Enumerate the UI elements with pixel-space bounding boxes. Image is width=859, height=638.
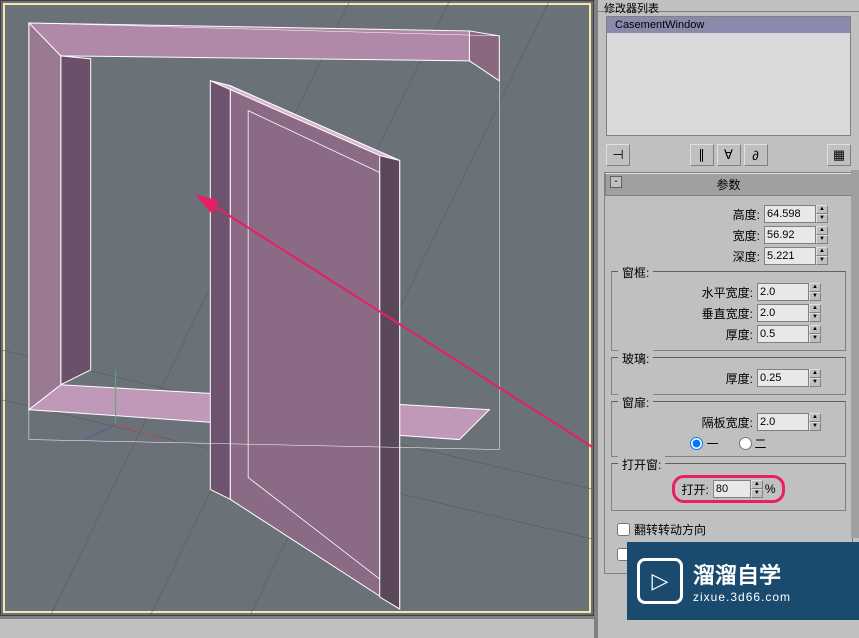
show-end-result-button[interactable]: ∥	[690, 144, 714, 166]
input-depth[interactable]	[764, 247, 816, 265]
spinner-down[interactable]: ▼	[816, 235, 828, 244]
percent-label: %	[765, 482, 776, 496]
modifier-stack[interactable]: CasementWindow	[606, 16, 851, 136]
spinner-up[interactable]: ▲	[816, 247, 828, 256]
spinner-vwidth: ▲▼	[757, 304, 821, 322]
spinner-depth: ▲▼	[764, 247, 828, 265]
pin-stack-button[interactable]: ⊣	[606, 144, 630, 166]
radio-two[interactable]: 二	[739, 435, 767, 452]
input-hwidth[interactable]	[757, 283, 809, 301]
spinner-up[interactable]: ▲	[751, 480, 763, 489]
row-vwidth: 垂直宽度: ▲▼	[616, 304, 841, 322]
radio-sash-count: 一 二	[616, 435, 841, 452]
radio-one-input[interactable]	[690, 437, 703, 450]
spinner-down[interactable]: ▼	[816, 256, 828, 265]
row-depth: 深度: ▲▼	[609, 247, 848, 265]
watermark-text: 溜溜自学 zixue.3d66.com	[693, 558, 791, 604]
spinner-hwidth: ▲▼	[757, 283, 821, 301]
spinner-up[interactable]: ▲	[816, 205, 828, 214]
group-sash: 窗扉: 隔板宽度: ▲▼ 一 二	[611, 401, 846, 457]
label-vwidth: 垂直宽度:	[702, 305, 753, 322]
spinner-down[interactable]: ▼	[751, 489, 763, 498]
input-height[interactable]	[764, 205, 816, 223]
group-frame: 窗框: 水平宽度: ▲▼ 垂直宽度: ▲▼ 厚度:	[611, 271, 846, 351]
rollout-title: 参数	[716, 178, 740, 192]
spinner-down[interactable]: ▼	[816, 214, 828, 223]
input-width[interactable]	[764, 226, 816, 244]
spinner-width: ▲▼	[764, 226, 828, 244]
group-title-sash: 窗扉:	[618, 394, 653, 411]
spinner-open: ▲▼	[713, 480, 763, 498]
spinner-gthick: ▲▼	[757, 369, 821, 387]
rollout-parameters: - 参数 高度: ▲ ▼ 宽度: ▲▼	[604, 172, 853, 574]
configure-sets-button[interactable]: ▦	[827, 144, 851, 166]
make-unique-button[interactable]: ∀	[717, 144, 741, 166]
rollout-header-params[interactable]: - 参数	[605, 173, 852, 196]
group-glass: 玻璃: 厚度: ▲▼	[611, 357, 846, 395]
radio-one[interactable]: 一	[690, 435, 718, 452]
row-hwidth: 水平宽度: ▲▼	[616, 283, 841, 301]
panel-scrollbar[interactable]	[851, 170, 859, 538]
modifier-item-casement[interactable]: CasementWindow	[607, 17, 850, 33]
spinner-down[interactable]: ▼	[809, 313, 821, 322]
spinner-height: ▲ ▼	[764, 205, 828, 223]
input-gthick[interactable]	[757, 369, 809, 387]
row-open: 打开: ▲▼ %	[616, 475, 841, 503]
input-panel[interactable]	[757, 413, 809, 431]
spinner-up[interactable]: ▲	[809, 325, 821, 334]
spinner-up[interactable]: ▲	[809, 413, 821, 422]
group-title-glass: 玻璃:	[618, 350, 653, 367]
label-open: 打开:	[681, 481, 708, 498]
spinner-up[interactable]: ▲	[816, 226, 828, 235]
modifier-toolbar: ⊣ ∥ ∀ ∂ ▦	[598, 140, 859, 170]
timeline-bar	[0, 618, 594, 638]
input-fthick[interactable]	[757, 325, 809, 343]
spinner-down[interactable]: ▼	[809, 422, 821, 431]
spinner-up[interactable]: ▲	[809, 283, 821, 292]
row-panel: 隔板宽度: ▲▼	[616, 413, 841, 431]
spinner-up[interactable]: ▲	[809, 304, 821, 313]
spinner-fthick: ▲▼	[757, 325, 821, 343]
spinner-panel: ▲▼	[757, 413, 821, 431]
label-height: 高度:	[710, 206, 760, 223]
label-depth: 深度:	[710, 248, 760, 265]
watermark-main: 溜溜自学	[693, 558, 791, 590]
row-height: 高度: ▲ ▼	[609, 205, 848, 223]
checkbox-flip[interactable]	[617, 523, 630, 536]
radio-two-input[interactable]	[739, 437, 752, 450]
watermark: ▷ 溜溜自学 zixue.3d66.com	[627, 542, 859, 620]
group-open: 打开窗: 打开: ▲▼ %	[611, 463, 846, 511]
row-fthick: 厚度: ▲▼	[616, 325, 841, 343]
remove-modifier-button[interactable]: ∂	[744, 144, 768, 166]
viewport-3d[interactable]	[0, 0, 594, 616]
input-open[interactable]	[713, 480, 751, 498]
label-gthick: 厚度:	[703, 370, 753, 387]
group-title-frame: 窗框:	[618, 264, 653, 281]
row-width: 宽度: ▲▼	[609, 226, 848, 244]
label-hwidth: 水平宽度:	[702, 284, 753, 301]
spinner-down[interactable]: ▼	[809, 378, 821, 387]
annotation-arrow	[1, 1, 593, 615]
input-vwidth[interactable]	[757, 304, 809, 322]
rollout-body-params: 高度: ▲ ▼ 宽度: ▲▼ 深度:	[605, 196, 852, 573]
spinner-down[interactable]: ▼	[809, 292, 821, 301]
watermark-sub: zixue.3d66.com	[693, 590, 791, 604]
row-flip: 翻转转动方向	[609, 517, 848, 542]
row-gthick: 厚度: ▲▼	[616, 369, 841, 387]
rollout-toggle-icon: -	[610, 176, 622, 188]
label-width: 宽度:	[710, 227, 760, 244]
spinner-up[interactable]: ▲	[809, 369, 821, 378]
label-flip: 翻转转动方向	[634, 521, 706, 538]
spinner-down[interactable]: ▼	[809, 334, 821, 343]
label-fthick: 厚度:	[703, 326, 753, 343]
group-title-open: 打开窗:	[618, 456, 665, 473]
open-highlight: 打开: ▲▼ %	[672, 475, 784, 503]
modifier-list-label: 修改器列表	[598, 0, 859, 12]
watermark-logo-icon: ▷	[637, 558, 683, 604]
label-panel: 隔板宽度:	[702, 414, 753, 431]
